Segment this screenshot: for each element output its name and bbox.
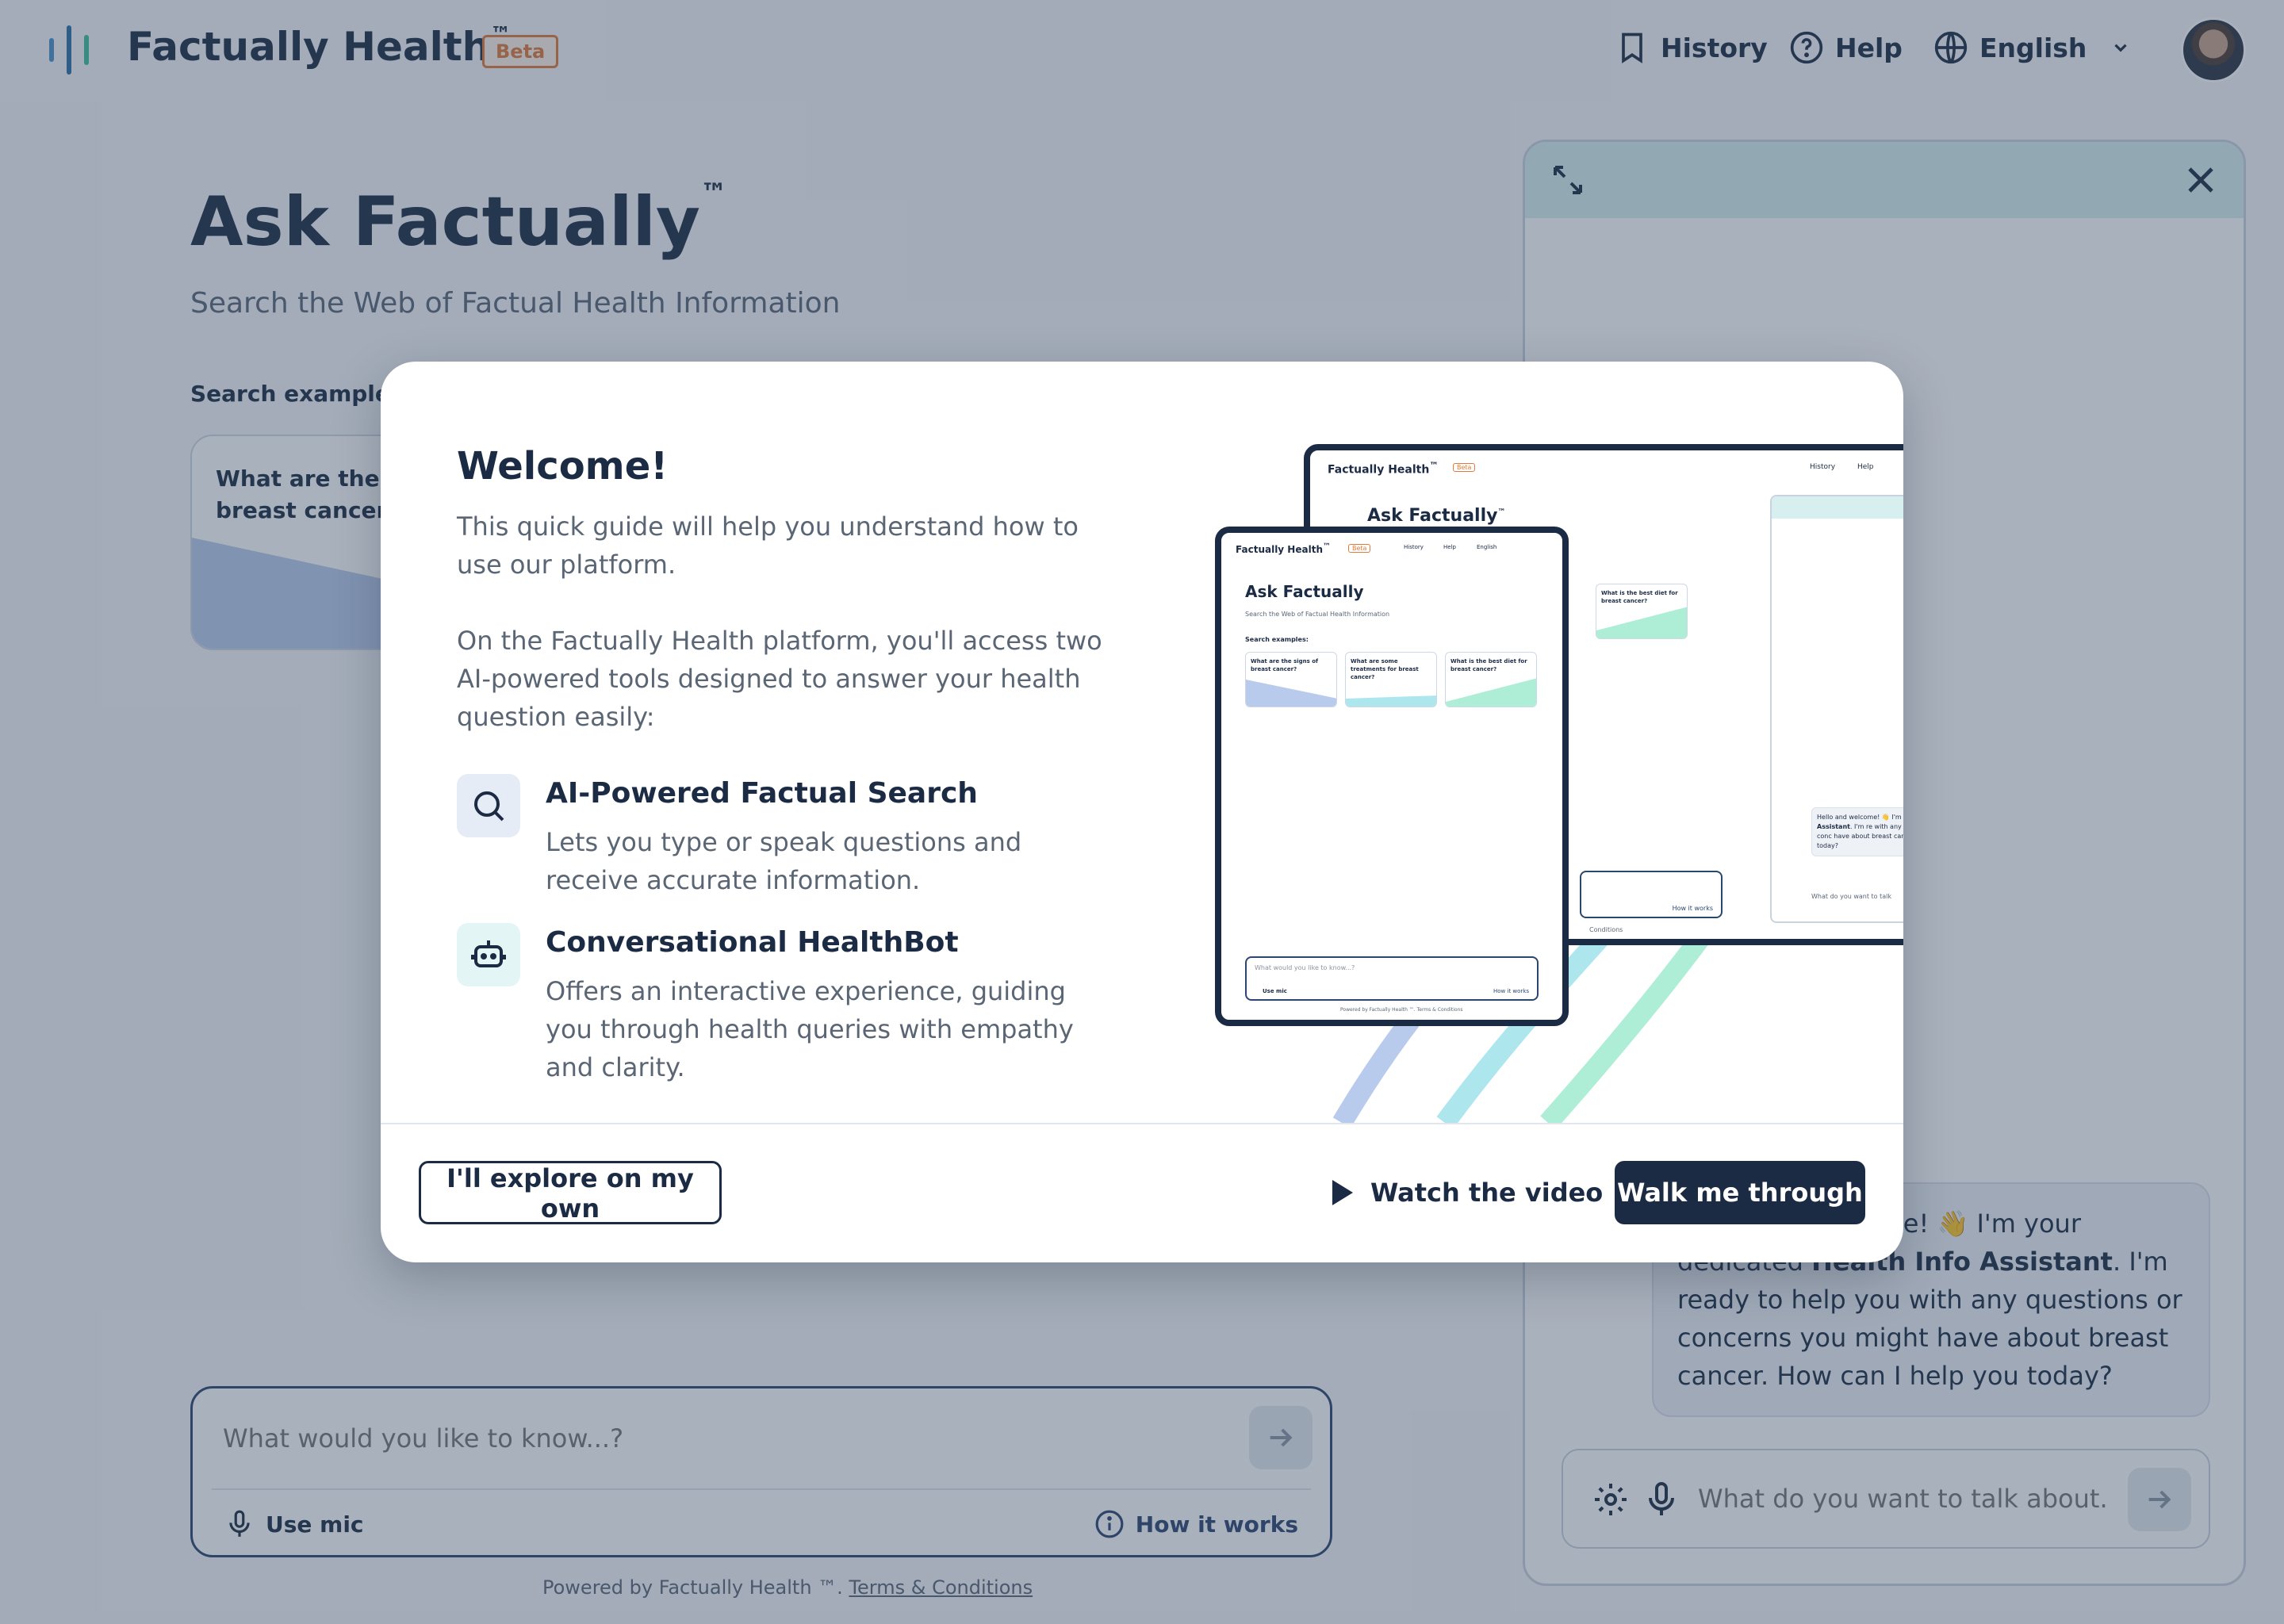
watch-video-button[interactable]: Watch the video (1329, 1161, 1603, 1224)
mockup-card-text: What are the signs of breast cancer? (1251, 658, 1319, 672)
feature-search-icon-wrap (457, 774, 520, 837)
mockup-how-it-works: How it works (1493, 988, 1529, 994)
mockup-chat-panel: Hello and welcome! 👋 I'm y Health Info A… (1770, 495, 1903, 923)
card-wave-decoration (1346, 695, 1436, 707)
mockup-how-it-works: How it works (1672, 905, 1713, 912)
mockup-brand: Factually Health™ (1236, 542, 1331, 555)
mockup-examples-label: Search examples: (1245, 636, 1309, 643)
mockup-title: Ask Factually™ (1367, 506, 1505, 526)
mockup-search-placeholder: What would you like to know...? (1255, 964, 1355, 971)
feature-title: AI-Powered Factual Search (546, 777, 978, 810)
mockup-brand-tm: ™ (1322, 542, 1331, 551)
mockup-card: What is the best diet for breast cancer? (1445, 652, 1537, 707)
feature-bot-icon-wrap (457, 923, 520, 986)
mockup-chat-bubble: Hello and welcome! 👋 I'm y Health Info A… (1811, 807, 1903, 856)
modal-body: On the Factually Health platform, you'll… (457, 626, 1102, 732)
mockup-brand-text: Factually Health (1328, 463, 1430, 477)
mockup-terms: Conditions (1589, 926, 1623, 933)
feature-description: Lets you type or speak questions and rec… (546, 827, 1022, 895)
card-wave-decoration (1446, 678, 1536, 707)
robot-icon (471, 940, 506, 967)
modal-intro: This quick guide will help you understan… (457, 511, 1079, 580)
mockup-nav-history: History (1404, 544, 1424, 550)
mockup-nav-help: Help (1443, 544, 1456, 550)
card-wave-decoration (1246, 680, 1336, 707)
feature-description: Offers an interactive experience, guidin… (546, 976, 1074, 1082)
mockup-subtitle: Search the Web of Factual Health Informa… (1245, 611, 1390, 618)
mockup-brand-tm: ™ (1429, 460, 1439, 471)
mockup-chat-placeholder: What do you want to talk (1811, 893, 1891, 900)
search-icon (474, 791, 504, 822)
mockup-brand: Factually Health™ (1328, 460, 1439, 477)
mockup-card: What are the signs of breast cancer? (1245, 652, 1337, 707)
walk-me-through-button[interactable]: Walk me through (1615, 1161, 1865, 1224)
mockup-title: Ask Factually (1245, 582, 1364, 601)
mockup-card: What is the best diet for breast cancer? (1596, 584, 1688, 639)
mockup-use-mic: Use mic (1263, 988, 1287, 994)
onboarding-illustration: Factually Health™ Beta History Help Ask … (1215, 444, 1903, 1123)
mockup-chat-text-1: Hello and welcome! 👋 I'm y (1817, 814, 1903, 821)
mockup-nav-language: English (1477, 544, 1497, 550)
mockup-beta: Beta (1348, 544, 1371, 553)
mockup-title-text: Ask Factually (1245, 582, 1364, 601)
mockup-brand-text: Factually Health (1236, 544, 1323, 555)
feature-title: Conversational HealthBot (546, 926, 959, 959)
modal-title: Welcome! (457, 444, 669, 488)
mockup-beta: Beta (1453, 463, 1476, 472)
welcome-modal: Welcome! This quick guide will help you … (381, 362, 1903, 1262)
mockup-chat-header (1772, 496, 1903, 519)
mockup-nav-history: History (1810, 463, 1836, 471)
mockup-title-text: Ask Factually (1367, 506, 1498, 526)
card-wave-decoration (1596, 607, 1687, 638)
explore-on-my-own-button[interactable]: I'll explore on my own (419, 1161, 722, 1224)
modal-divider (381, 1123, 1903, 1124)
mockup-search-box: What would you like to know...? Use mic … (1245, 956, 1539, 1001)
mockup-search-box: How it works (1580, 871, 1723, 918)
tablet-mockup: Factually Health™ Beta History Help Engl… (1215, 527, 1569, 1026)
mockup-title-tm: ™ (1497, 508, 1506, 517)
mockup-card-text: What is the best diet for breast cancer? (1450, 658, 1527, 672)
mockup-nav-help: Help (1857, 463, 1874, 471)
mockup-card: What are some treatments for breast canc… (1345, 652, 1437, 707)
play-icon (1332, 1180, 1353, 1205)
mockup-footer: Powered by Factually Health ™. Terms & C… (1340, 1007, 1463, 1013)
watch-video-label: Watch the video (1370, 1178, 1604, 1208)
mockup-card-text: What is the best diet for breast cancer? (1601, 590, 1678, 604)
